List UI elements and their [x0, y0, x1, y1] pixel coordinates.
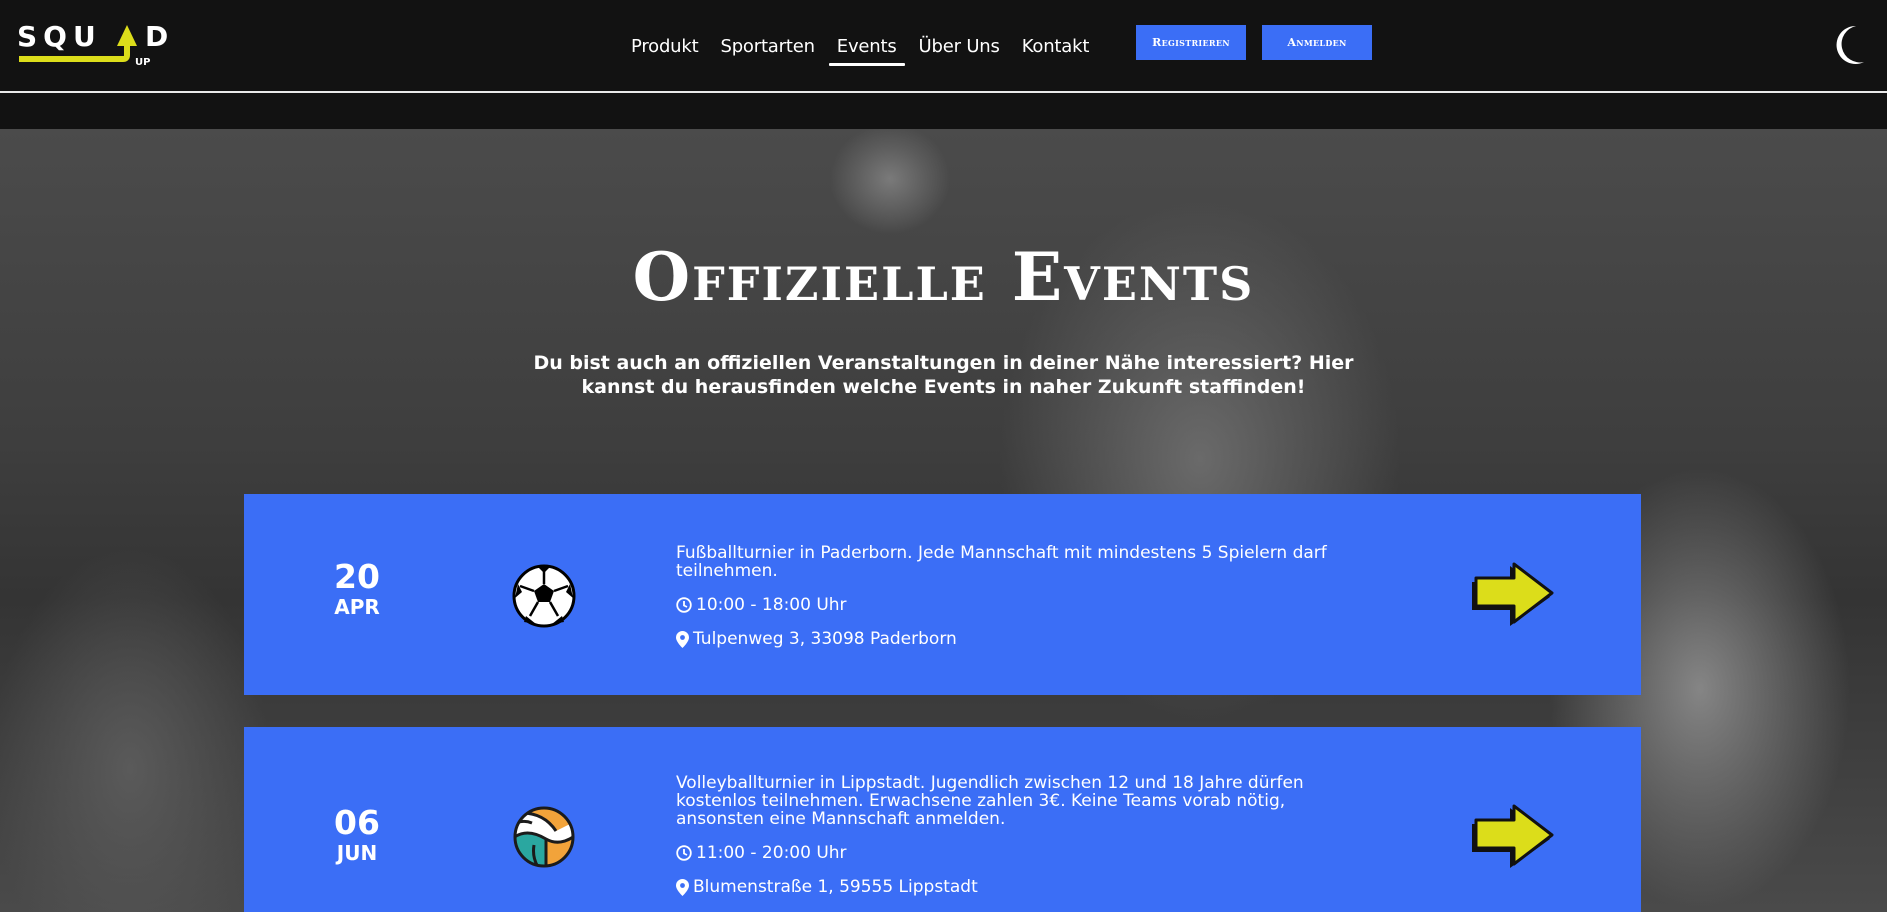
event-time-text: 11:00 - 20:00 Uhr: [696, 843, 847, 863]
event-month: JUN: [336, 841, 378, 865]
svg-text:SQU: SQU: [17, 20, 102, 53]
register-button[interactable]: Registrieren: [1136, 25, 1246, 60]
event-location-text: Tulpenweg 3, 33098 Paderborn: [693, 629, 957, 649]
event-day: 20: [334, 557, 380, 596]
event-card: 20 APR Fußballturnier in Paderborn. Jede…: [244, 494, 1641, 695]
event-info: Fußballturnier in Paderborn. Jede Mannsc…: [676, 544, 1356, 648]
squad-up-logo[interactable]: SQU D UP: [17, 19, 167, 67]
event-date: 06 JUN: [282, 803, 432, 866]
arrow-right-icon[interactable]: [1468, 804, 1554, 870]
event-month: APR: [334, 595, 380, 619]
event-date: 20 APR: [282, 557, 432, 620]
soccer-ball-icon: [512, 564, 576, 628]
event-location: Tulpenweg 3, 33098 Paderborn: [676, 630, 1356, 648]
arrow-right-icon[interactable]: [1468, 562, 1554, 628]
event-time: 11:00 - 20:00 Uhr: [676, 844, 1356, 862]
moon-icon[interactable]: [1832, 24, 1866, 64]
event-location: Blumenstraße 1, 59555 Lippstadt: [676, 878, 1356, 896]
event-description: Volleyballturnier in Lippstadt. Jugendli…: [676, 773, 1304, 829]
map-pin-icon: [676, 630, 689, 648]
login-button[interactable]: Anmelden: [1262, 25, 1372, 60]
nav-link-produkt[interactable]: Produkt: [620, 0, 709, 93]
page-subtitle: Du bist auch an offiziellen Veranstaltun…: [533, 352, 1354, 398]
sub-header-bar: [0, 95, 1887, 129]
event-location-text: Blumenstraße 1, 59555 Lippstadt: [693, 877, 978, 897]
clock-icon: [676, 845, 692, 861]
volleyball-icon: [513, 806, 575, 868]
nav-link-events[interactable]: Events: [826, 0, 908, 93]
main-nav: Produkt Sportarten Events Über Uns Konta…: [620, 0, 1100, 93]
nav-link-ueber-uns[interactable]: Über Uns: [908, 0, 1011, 93]
nav-link-sportarten[interactable]: Sportarten: [709, 0, 825, 93]
event-day: 06: [334, 803, 380, 842]
event-time: 10:00 - 18:00 Uhr: [676, 596, 1356, 614]
svg-text:D: D: [145, 20, 167, 53]
events-hero: Offizielle Events Du bist auch an offizi…: [0, 129, 1887, 912]
top-navbar: SQU D UP Produkt Sportarten Events Über …: [0, 0, 1887, 93]
clock-icon: [676, 597, 692, 613]
event-info: Volleyballturnier in Lippstadt. Jugendli…: [676, 774, 1356, 896]
page-title: Offizielle Events: [632, 238, 1255, 316]
event-card: 06 JUN Volleyballturnier in Lippstadt. J…: [244, 727, 1641, 912]
nav-link-kontakt[interactable]: Kontakt: [1011, 0, 1101, 93]
svg-text:UP: UP: [135, 57, 150, 67]
event-time-text: 10:00 - 18:00 Uhr: [696, 595, 847, 615]
map-pin-icon: [676, 878, 689, 896]
event-description: Fußballturnier in Paderborn. Jede Mannsc…: [676, 543, 1327, 581]
